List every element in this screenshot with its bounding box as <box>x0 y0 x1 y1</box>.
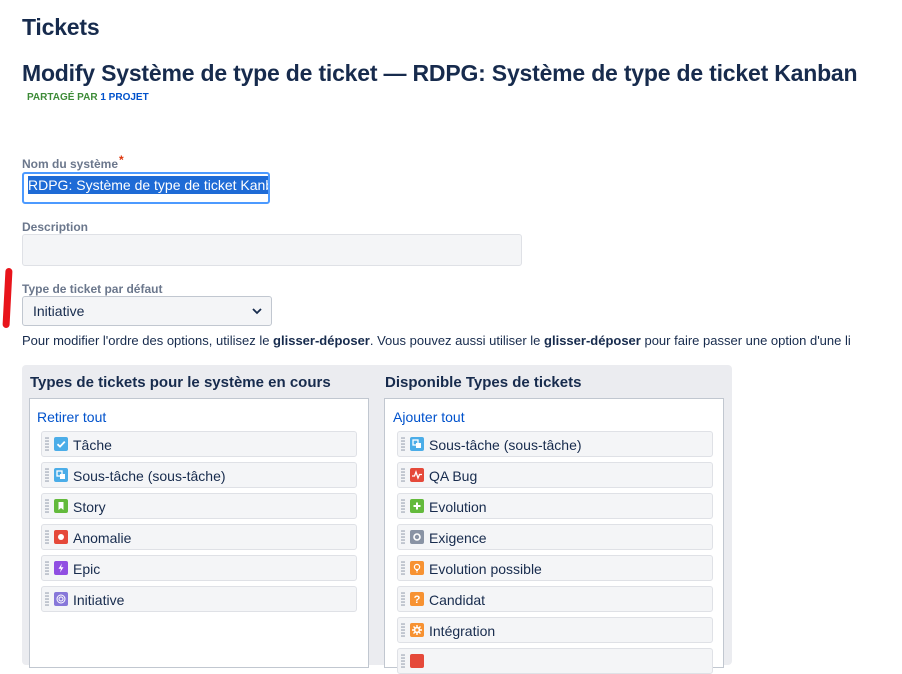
issue-type-item[interactable]: Anomalie <box>41 524 357 550</box>
scheme-name-input[interactable]: RDPG: Système de type de ticket Kanb <box>22 172 270 204</box>
issue-type-label: Intégration <box>429 623 496 639</box>
issue-type-label: Anomalie <box>73 530 132 546</box>
scheme-name-value: RDPG: Système de type de ticket Kanb <box>28 176 268 194</box>
issue-type-item[interactable]: ? Candidat <box>397 586 713 612</box>
issue-type-item[interactable] <box>397 648 713 674</box>
issue-type-item[interactable]: Initiative <box>41 586 357 612</box>
drag-handle-icon[interactable] <box>401 623 405 637</box>
name-label: Nom du système* <box>22 153 124 171</box>
required-marker: * <box>119 153 124 167</box>
issue-type-label: Evolution <box>429 499 487 515</box>
chevron-down-icon <box>252 308 262 315</box>
drag-drop-hint: Pour modifier l'ordre des options, utili… <box>22 333 851 348</box>
issue-type-label: Epic <box>73 561 101 577</box>
issue-type-label: Exigence <box>429 530 487 546</box>
shared-prefix: PARTAGÉ PAR <box>27 92 98 103</box>
hint-bold-1: glisser-déposer <box>273 333 370 348</box>
issue-type-item[interactable]: Story <box>41 493 357 519</box>
default-type-value: Initiative <box>33 303 85 319</box>
issue-type-label: Initiative <box>73 592 125 608</box>
requirement-icon <box>410 530 424 544</box>
issue-type-item[interactable]: Evolution possible <box>397 555 713 581</box>
default-type-select[interactable]: Initiative <box>22 296 272 326</box>
remove-all-link[interactable]: Retirer tout <box>37 409 106 425</box>
issue-type-label: Tâche <box>73 437 112 453</box>
initiative-icon <box>54 592 68 606</box>
issue-type-label: Sous-tâche (sous-tâche) <box>73 468 226 484</box>
drag-handle-icon[interactable] <box>45 437 49 451</box>
add-all-link[interactable]: Ajouter tout <box>393 409 465 425</box>
current-types-title: Types de tickets pour le système en cour… <box>30 374 331 391</box>
issue-type-item[interactable]: Sous-tâche (sous-tâche) <box>397 431 713 457</box>
plus-icon <box>410 499 424 513</box>
drag-handle-icon[interactable] <box>401 654 405 668</box>
subtask-icon <box>54 468 68 482</box>
shared-projects-link[interactable]: 1 PROJET <box>100 92 148 103</box>
issue-type-label: Evolution possible <box>429 561 542 577</box>
svg-text:?: ? <box>414 594 421 606</box>
description-label: Description <box>22 220 89 234</box>
modify-title: Modify Système de type de ticket — RDPG:… <box>22 60 858 86</box>
available-types-title: Disponible Types de tickets <box>385 374 582 391</box>
story-icon <box>54 499 68 513</box>
lightbulb-icon <box>410 561 424 575</box>
issue-type-item[interactable]: Epic <box>41 555 357 581</box>
name-label-text: Nom du système <box>22 157 119 171</box>
subtask-icon <box>410 437 424 451</box>
drag-handle-icon[interactable] <box>401 499 405 513</box>
epic-icon <box>54 561 68 575</box>
task-icon <box>54 437 68 451</box>
issue-type-item[interactable]: Tâche <box>41 431 357 457</box>
hint-text-3: pour faire passer une option d'une li <box>640 333 851 348</box>
hint-text-1: Pour modifier l'ordre des options, utili… <box>22 333 274 348</box>
page-title: Tickets <box>22 14 100 40</box>
gear-icon <box>410 623 424 637</box>
issue-type-item[interactable]: Evolution <box>397 493 713 519</box>
drag-handle-icon[interactable] <box>45 499 49 513</box>
hint-bold-2: glisser-déposer <box>544 333 641 348</box>
qa-bug-icon <box>410 468 424 482</box>
drag-handle-icon[interactable] <box>401 530 405 544</box>
issue-type-label: Sous-tâche (sous-tâche) <box>429 437 582 453</box>
partial-icon <box>410 654 424 668</box>
issue-type-item[interactable]: Intégration <box>397 617 713 643</box>
drag-handle-icon[interactable] <box>401 592 405 606</box>
description-field[interactable] <box>22 234 522 266</box>
shared-info: PARTAGÉ PAR 1 PROJET <box>27 92 149 103</box>
drag-handle-icon[interactable] <box>401 437 405 451</box>
hint-text-2: . Vous pouvez aussi utiliser le <box>369 333 545 348</box>
drag-handle-icon[interactable] <box>45 468 49 482</box>
drag-handle-icon[interactable] <box>45 561 49 575</box>
issue-type-item[interactable]: Sous-tâche (sous-tâche) <box>41 462 357 488</box>
issue-type-item[interactable]: QA Bug <box>397 462 713 488</box>
drag-handle-icon[interactable] <box>45 530 49 544</box>
drag-handle-icon[interactable] <box>45 592 49 606</box>
issue-type-label: QA Bug <box>429 468 478 484</box>
bug-icon <box>54 530 68 544</box>
question-icon: ? <box>410 592 424 606</box>
drag-handle-icon[interactable] <box>401 561 405 575</box>
issue-type-label: Story <box>73 499 106 515</box>
red-annotation-mark <box>2 267 13 329</box>
drag-handle-icon[interactable] <box>401 468 405 482</box>
default-type-label: Type de ticket par défaut <box>22 282 163 296</box>
issue-type-label: Candidat <box>429 592 486 608</box>
issue-type-item[interactable]: Exigence <box>397 524 713 550</box>
